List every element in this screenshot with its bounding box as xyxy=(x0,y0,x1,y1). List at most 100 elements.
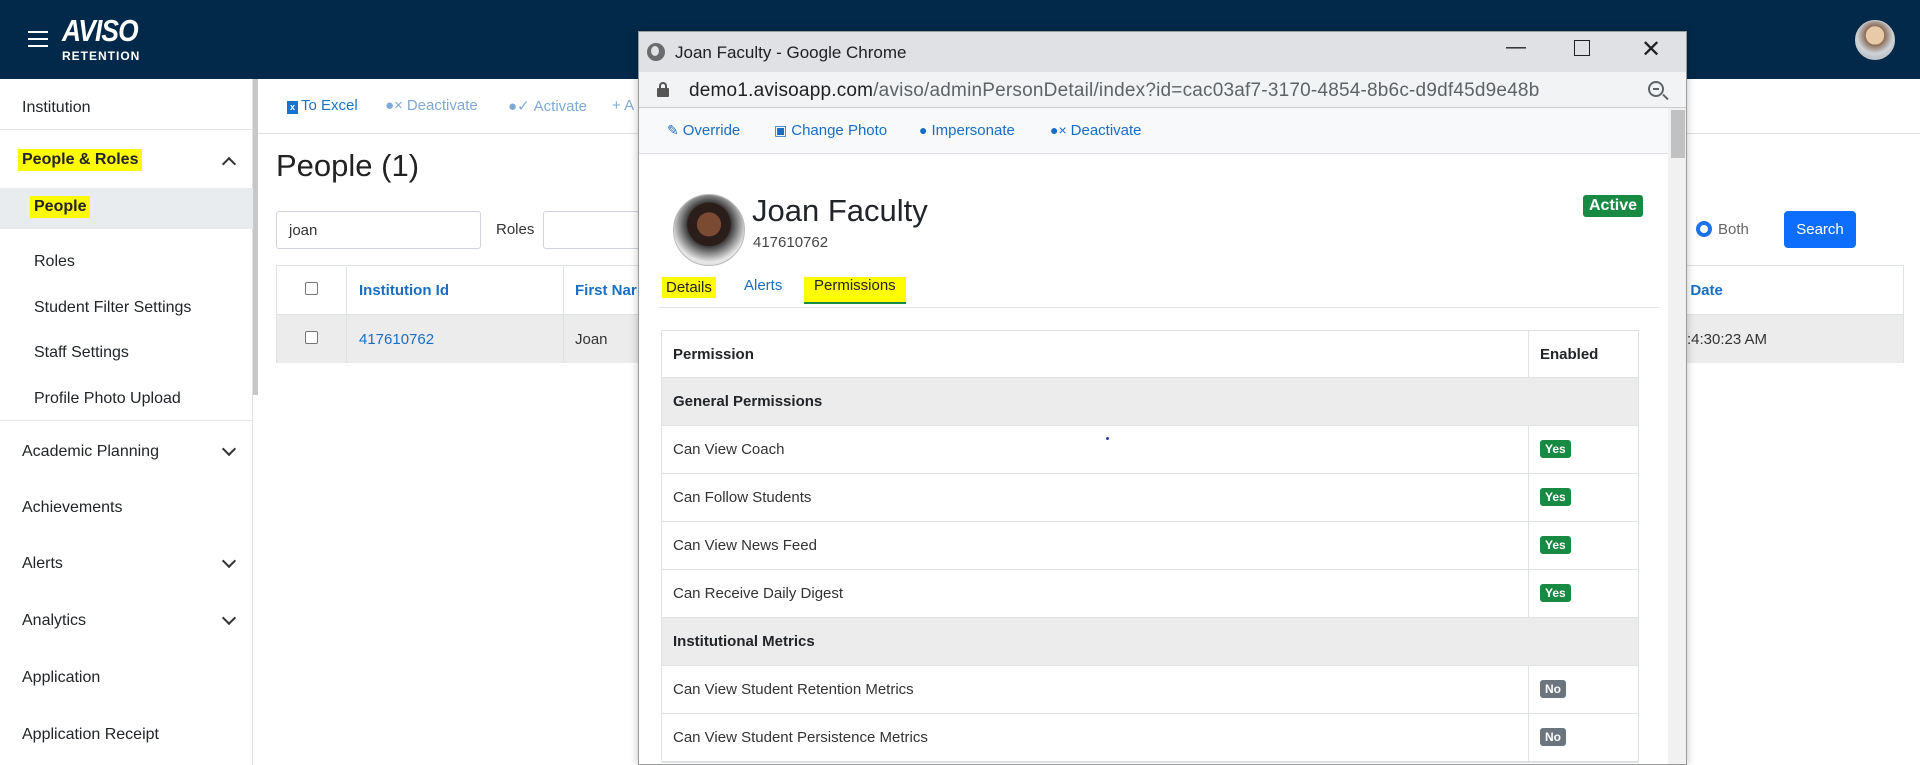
user-icon: ● xyxy=(919,122,928,138)
group-row: General Permissions xyxy=(662,378,1638,426)
person-detail-page: ✎ Override ▣ Change Photo ● Impersonate ●× D… xyxy=(639,108,1668,764)
override-label: Override xyxy=(682,122,741,139)
url-path: /aviso/adminPersonDetail/index?id=cac03a… xyxy=(873,80,1540,101)
sidebar-item-label: Roles xyxy=(34,253,75,270)
add-button[interactable]: + A xyxy=(612,97,634,114)
sidebar-item-label: Staff Settings xyxy=(34,344,129,361)
change-photo-label: Change Photo xyxy=(791,122,888,139)
maximize-icon[interactable] xyxy=(1574,40,1590,56)
detail-tabs: Details Alerts Permissions xyxy=(659,268,1659,308)
user-x-icon: ●× xyxy=(1050,122,1067,138)
search-input[interactable]: joan xyxy=(276,211,481,249)
radio-selected-icon xyxy=(1696,221,1712,237)
enabled-badge: Yes xyxy=(1540,488,1571,506)
user-check-icon: ●✓ xyxy=(508,98,530,115)
first-name-cell: Joan xyxy=(575,331,608,348)
impersonate-button[interactable]: ● Impersonate xyxy=(919,122,1015,139)
roles-select[interactable] xyxy=(543,211,643,249)
date-cell: :4:30:23 AM xyxy=(1687,331,1768,348)
sidebar-item-label: Institution xyxy=(22,99,91,116)
header-enabled: Enabled xyxy=(1540,346,1599,363)
logo-sub-text: RETENTION xyxy=(62,49,141,63)
sidebar-item-label: People xyxy=(30,196,91,218)
url-text[interactable]: demo1.avisoapp.com/aviso/adminPersonDeta… xyxy=(689,80,1539,102)
tab-permissions[interactable]: Permissions xyxy=(804,277,906,304)
impersonate-label: Impersonate xyxy=(931,122,1015,139)
user-avatar[interactable] xyxy=(1855,20,1895,60)
tab-alerts[interactable]: Alerts xyxy=(744,277,782,294)
change-photo-button[interactable]: ▣ Change Photo xyxy=(774,122,887,139)
radio-both[interactable]: Both xyxy=(1696,221,1749,238)
permission-label: Can Follow Students xyxy=(673,489,812,506)
permission-label: Can View Coach xyxy=(673,441,785,458)
sidebar-divider xyxy=(0,129,253,130)
radio-both-label: Both xyxy=(1718,221,1749,238)
group-label: Institutional Metrics xyxy=(673,633,815,650)
table-row: Can View Student Persistence Metrics No xyxy=(662,714,1638,762)
enabled-badge: Yes xyxy=(1540,440,1571,458)
camera-icon: ▣ xyxy=(774,122,788,138)
scrollbar-thumb[interactable] xyxy=(1671,110,1685,158)
lock-icon xyxy=(657,82,669,97)
popup-deactivate-button[interactable]: ●× Deactivate xyxy=(1050,122,1142,139)
column-header-first-name[interactable]: First Nar xyxy=(575,282,637,299)
page-title: People (1) xyxy=(276,148,420,183)
table-row: Can Follow Students Yes xyxy=(662,474,1638,522)
sidebar-item-label: Application xyxy=(22,669,101,686)
table-row: Can View Coach Yes xyxy=(662,426,1638,474)
chevron-up-icon xyxy=(221,156,237,172)
sidebar-item-label: Academic Planning xyxy=(22,443,159,460)
institution-id-link[interactable]: 417610762 xyxy=(359,331,434,348)
row-checkbox[interactable] xyxy=(305,331,318,344)
chevron-down-icon xyxy=(221,553,237,569)
search-button[interactable]: Search xyxy=(1784,211,1856,248)
table-row: Can Receive Daily Digest Yes xyxy=(662,570,1638,618)
column-header-institution-id[interactable]: Institution Id xyxy=(359,282,449,299)
column-divider xyxy=(563,266,564,363)
person-toolbar: ✎ Override ▣ Change Photo ● Impersonate ●× D… xyxy=(639,108,1668,154)
enabled-badge: Yes xyxy=(1540,536,1571,554)
globe-icon xyxy=(647,43,665,61)
enabled-badge: No xyxy=(1540,680,1566,698)
minimize-icon[interactable]: — xyxy=(1506,36,1526,59)
hamburger-menu-icon[interactable] xyxy=(28,31,48,47)
enabled-badge: Yes xyxy=(1540,584,1571,602)
column-divider xyxy=(346,266,347,363)
sidebar-item-label: Alerts xyxy=(22,555,63,572)
to-excel-button[interactable]: x To Excel xyxy=(287,97,358,114)
group-label: General Permissions xyxy=(673,393,823,410)
activate-button[interactable]: ●✓ Activate xyxy=(508,97,587,115)
select-all-checkbox[interactable] xyxy=(305,282,318,295)
zoom-out-icon[interactable] xyxy=(1648,81,1664,97)
deactivate-label: Deactivate xyxy=(406,97,478,114)
excel-icon: x xyxy=(287,101,298,114)
permission-label: Can View Student Persistence Metrics xyxy=(673,729,928,746)
to-excel-label: To Excel xyxy=(301,97,358,114)
sidebar-item-label: Application Receipt xyxy=(22,726,159,743)
address-bar[interactable]: demo1.avisoapp.com/aviso/adminPersonDeta… xyxy=(639,72,1686,108)
sidebar-item-label: Achievements xyxy=(22,499,123,516)
roles-label: Roles xyxy=(496,221,535,238)
chrome-popup-window[interactable]: Joan Faculty - Google Chrome — ✕ demo1.a… xyxy=(638,31,1687,765)
enabled-badge: No xyxy=(1540,728,1566,746)
person-id: 417610762 xyxy=(753,234,829,251)
sidebar-divider xyxy=(0,420,253,421)
profile-photo xyxy=(673,194,745,266)
close-icon[interactable]: ✕ xyxy=(1641,35,1661,64)
group-row: Institutional Metrics xyxy=(662,618,1638,666)
url-host: demo1.avisoapp.com xyxy=(689,80,874,101)
sidebar: Institution People & Roles People Roles … xyxy=(0,79,253,765)
deactivate-button[interactable]: ●× Deactivate xyxy=(385,97,478,114)
activate-label: Activate xyxy=(533,98,587,115)
sidebar-item-label: Analytics xyxy=(22,612,87,629)
permission-label: Can Receive Daily Digest xyxy=(673,585,844,602)
window-title-bar[interactable]: Joan Faculty - Google Chrome — ✕ xyxy=(639,32,1686,72)
popup-scrollbar[interactable] xyxy=(1668,108,1686,764)
popup-deactivate-label: Deactivate xyxy=(1070,122,1142,139)
tab-details[interactable]: Details xyxy=(662,277,716,298)
table-header-row: Permission Enabled xyxy=(662,331,1638,378)
override-button[interactable]: ✎ Override xyxy=(667,122,740,139)
aviso-logo[interactable]: AVISO RETENTION xyxy=(62,14,151,64)
sidebar-item-label: People & Roles xyxy=(18,149,143,171)
pencil-icon: ✎ xyxy=(667,122,679,138)
